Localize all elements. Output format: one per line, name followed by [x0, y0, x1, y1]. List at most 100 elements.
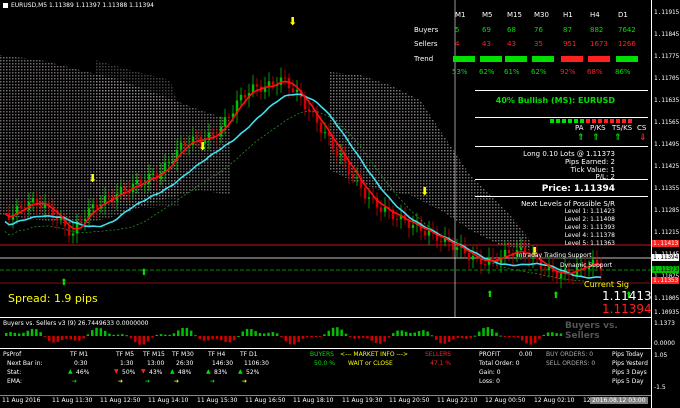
histogram-bar: [211, 336, 214, 340]
symbol-header-icon: [3, 3, 10, 10]
candle-body: [119, 187, 123, 195]
strength-dot: [562, 119, 566, 123]
candle-body: [239, 94, 243, 101]
lots-text: Long 0.10 Lots @ 1.11373: [523, 150, 615, 158]
big-price-red: 1.11394: [602, 302, 651, 316]
histogram-bar: [99, 328, 103, 336]
ema-arrow-icon: ➔: [174, 378, 180, 385]
histogram-bar: [533, 336, 537, 344]
histogram-bar: [168, 334, 171, 336]
histogram-bar: [396, 330, 399, 336]
histogram-bar: [452, 336, 455, 340]
histogram-bar: [9, 332, 12, 336]
candle-body: [427, 230, 431, 236]
histogram-bar: [353, 336, 356, 339]
time-axis-label: 12 Aug 00:50: [485, 397, 526, 404]
sr-level: Level 3: 1.11393: [564, 224, 615, 231]
price-axis-label: 1.11915: [654, 9, 680, 16]
histogram-bar: [91, 330, 94, 336]
candle-body: [167, 162, 171, 164]
histogram-bar: [486, 327, 490, 336]
histogram-bar: [207, 336, 210, 341]
candle-body: [71, 233, 75, 236]
histogram-bar: [374, 336, 378, 344]
histogram-bar: [430, 335, 434, 337]
histogram-bar: [409, 332, 412, 336]
sellers-value: 43: [507, 40, 516, 48]
histogram-bar: [443, 336, 447, 344]
buyers-pct: 50.0 %: [314, 360, 335, 367]
main-chart-window[interactable]: ⬇ ⬇ ⬇ ⬇ ⬇ ⬆ ⬆ ⬆ ⬆ ⬆ EURUSD,M5 1.11389 1.11397 1.1…: [0, 0, 651, 318]
candle-body: [91, 204, 95, 209]
candle-body: [559, 273, 563, 279]
price-axis[interactable]: 1.11915 1.11845 1.11775 1.11705 1.11635 1.115…: [651, 0, 680, 408]
histogram-bar: [22, 332, 25, 336]
arrow-down-icon: ⬇: [88, 172, 97, 185]
histogram-bar: [521, 336, 524, 341]
pips-3-days: Pips 3 Days: [612, 369, 647, 376]
histogram-bar: [220, 336, 223, 341]
candle-body: [55, 217, 59, 221]
histogram-bar: [447, 336, 451, 342]
candle-body: [195, 136, 199, 138]
histogram-bar: [159, 334, 163, 336]
strength-dot: [580, 119, 584, 123]
histogram-bar: [215, 336, 219, 339]
sellers-value: 1673: [590, 40, 608, 48]
histogram-bar: [155, 334, 158, 336]
histogram-bar: [280, 336, 283, 337]
next-bar-time: 1:30: [120, 360, 134, 367]
tf-column-title: TF M30: [172, 351, 194, 358]
histogram-bar: [559, 333, 563, 336]
candle-body: [339, 154, 343, 156]
pips-today: Pips Today: [612, 351, 644, 358]
histogram-bar: [271, 332, 275, 336]
histogram-bar: [73, 336, 77, 341]
histogram-bar: [460, 336, 464, 339]
arrow-down-icon: ▼: [141, 368, 146, 375]
histogram-bar: [392, 333, 395, 336]
histogram-bar: [172, 333, 176, 336]
candle-body: [83, 218, 87, 222]
pl-text: P/L: 2: [595, 173, 615, 181]
histogram-bar: [366, 336, 369, 339]
stat-label: Stat:: [7, 369, 22, 376]
sellers-value: 43: [482, 40, 491, 48]
arrow-up-icon: ▲: [170, 368, 175, 375]
sub1-axis-label: 1.1373: [654, 320, 675, 327]
buyers-value: 76: [534, 26, 543, 34]
sellers-value: 1266: [618, 40, 636, 48]
histogram-bar: [177, 330, 180, 336]
histogram-bar: [237, 335, 240, 337]
candle-body: [355, 177, 359, 179]
histogram-bar: [181, 328, 184, 336]
histogram-bar: [336, 327, 339, 336]
histogram-bar: [26, 330, 29, 336]
histogram-bar: [361, 336, 365, 338]
histogram-bar: [78, 336, 81, 341]
sr-level: Level 1: 1.11423: [564, 208, 615, 215]
candle-body: [179, 142, 183, 150]
levels-title: Next Levels of Possible S/R: [521, 200, 615, 208]
candle-body: [383, 207, 387, 212]
buyers-label-2: BUYERS: [310, 351, 334, 358]
price-chart[interactable]: ⬇⬇⬇⬇⬇⬆⬆⬆ ⬆ ⬆: [0, 0, 651, 318]
candle-body: [107, 196, 111, 198]
spread-text: Spread: 1.9 pips: [8, 292, 98, 305]
histogram-bar: [43, 336, 47, 337]
buyers-value: 68: [507, 26, 516, 34]
trading-support-label: Intraday Trading Support: [517, 252, 592, 259]
candle-body: [223, 117, 227, 127]
tf-header-m15: M15: [507, 11, 522, 19]
candle-body: [543, 268, 547, 270]
sellers-pct: 47.1 %: [430, 360, 451, 367]
trend-percent: 61%: [504, 68, 520, 76]
histogram-bar: [86, 334, 90, 336]
divider: [475, 196, 648, 197]
price-tag: 1.11413: [652, 240, 680, 247]
time-axis-label: 11 Aug 15:30: [197, 397, 238, 404]
buyers-vs-sellers-window[interactable]: Buyers vs. Sellers v3 (9) 26.7449633 0.0…: [0, 318, 651, 349]
price-tag: 1.11353: [652, 277, 680, 284]
psprof-window[interactable]: PsProf Next Bar in: Stat: EMA: BUYERS 50…: [0, 349, 651, 395]
histogram-bar: [164, 334, 167, 336]
